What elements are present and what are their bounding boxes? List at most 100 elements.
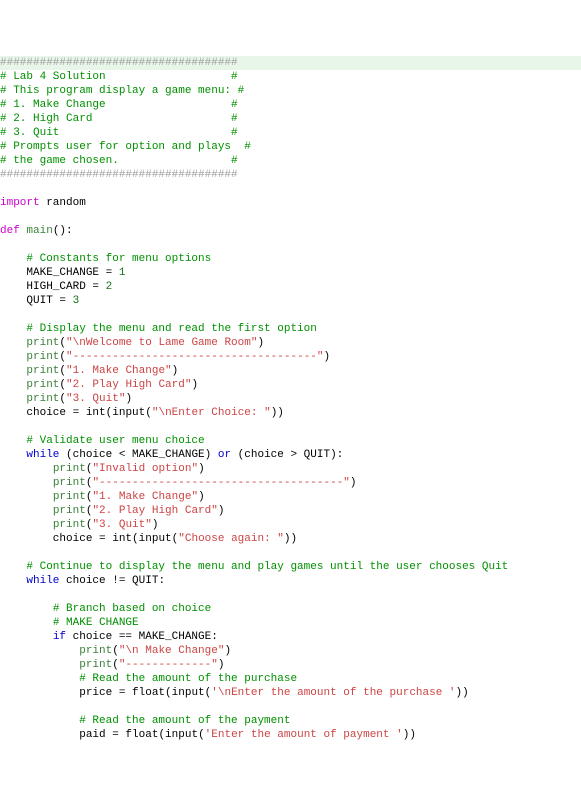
code-token: ( — [132, 533, 139, 545]
code-line: # Branch based on choice — [0, 602, 581, 616]
code-token: # the game chosen. # — [0, 155, 238, 167]
code-token: ) — [218, 505, 225, 517]
code-line: # Constants for menu options — [0, 252, 581, 266]
code-line — [0, 238, 581, 252]
code-line: print("3. Quit") — [0, 518, 581, 532]
code-token: ( — [198, 729, 205, 741]
code-line: # Validate user menu choice — [0, 434, 581, 448]
code-token: paid = — [0, 729, 125, 741]
code-line: print("-------------") — [0, 658, 581, 672]
code-token — [0, 337, 26, 349]
code-token: # Continue to display the menu and play … — [26, 561, 508, 573]
code-token: )) — [284, 533, 297, 545]
code-token: )) — [271, 407, 284, 419]
code-line — [0, 420, 581, 434]
code-token: "2. Play High Card" — [66, 379, 191, 391]
code-line: while (choice < MAKE_CHANGE) or (choice … — [0, 448, 581, 462]
code-token — [0, 449, 26, 461]
code-token — [0, 715, 79, 727]
code-token: float — [125, 729, 158, 741]
code-token: # MAKE CHANGE — [53, 617, 139, 629]
code-token — [0, 379, 26, 391]
code-token: choice == MAKE_CHANGE: — [66, 631, 218, 643]
code-token — [0, 253, 26, 265]
code-line: if choice == MAKE_CHANGE: — [0, 630, 581, 644]
code-token: int — [112, 533, 132, 545]
code-token: print — [26, 379, 59, 391]
code-token — [0, 673, 79, 685]
code-line: #################################### — [0, 56, 581, 70]
code-line: # 1. Make Change # — [0, 98, 581, 112]
code-line — [0, 210, 581, 224]
code-token: (choice < MAKE_CHANGE) — [59, 449, 217, 461]
code-token: print — [53, 491, 86, 503]
code-line: # MAKE CHANGE — [0, 616, 581, 630]
code-token: # Prompts user for option and plays # — [0, 141, 251, 153]
code-token: import — [0, 197, 40, 209]
code-token: print — [26, 351, 59, 363]
code-token: ( — [165, 687, 172, 699]
code-token: input — [112, 407, 145, 419]
code-line: # Lab 4 Solution # — [0, 70, 581, 84]
code-token — [0, 519, 53, 531]
code-token: if — [53, 631, 66, 643]
code-token: choice != QUIT: — [59, 575, 165, 587]
code-token: ) — [218, 659, 225, 671]
code-token — [0, 477, 53, 489]
code-token: # Constants for menu options — [26, 253, 211, 265]
code-token: while — [26, 575, 59, 587]
code-token: # Read the amount of the purchase — [79, 673, 297, 685]
code-token: "\nEnter Choice: " — [152, 407, 271, 419]
code-token: print — [26, 337, 59, 349]
code-line — [0, 588, 581, 602]
code-token: #################################### — [0, 57, 238, 69]
code-token: "\n Make Change" — [119, 645, 225, 657]
code-token: ) — [350, 477, 357, 489]
code-token — [0, 645, 79, 657]
code-token: main — [26, 225, 52, 237]
code-token: MAKE_CHANGE = — [0, 267, 119, 279]
code-token: "Invalid option" — [92, 463, 198, 475]
code-line: print("1. Make Change") — [0, 364, 581, 378]
code-token — [0, 365, 26, 377]
code-token: # 1. Make Change # — [0, 99, 238, 111]
code-line: # 3. Quit # — [0, 126, 581, 140]
code-token: ( — [112, 645, 119, 657]
code-line: print("---------------------------------… — [0, 476, 581, 490]
code-token: (): — [53, 225, 73, 237]
code-line: print("---------------------------------… — [0, 350, 581, 364]
code-token: 3 — [73, 295, 80, 307]
code-line: # Prompts user for option and plays # — [0, 140, 581, 154]
code-line: print("\nWelcome to Lame Game Room") — [0, 336, 581, 350]
code-token: print — [53, 463, 86, 475]
code-line: # 2. High Card # — [0, 112, 581, 126]
code-token: 'Enter the amount of payment ' — [205, 729, 403, 741]
code-token: print — [79, 659, 112, 671]
code-token: or — [218, 449, 231, 461]
code-token: # Branch based on choice — [53, 603, 211, 615]
code-token — [0, 575, 26, 587]
code-token: print — [53, 477, 86, 489]
code-token: ) — [125, 393, 132, 405]
code-token: print — [53, 519, 86, 531]
code-line — [0, 308, 581, 322]
code-token — [0, 393, 26, 405]
code-line — [0, 546, 581, 560]
code-token: ) — [198, 491, 205, 503]
code-token: ) — [198, 463, 205, 475]
code-line: print("\n Make Change") — [0, 644, 581, 658]
code-token: print — [26, 393, 59, 405]
code-line: while choice != QUIT: — [0, 574, 581, 588]
code-token: # 3. Quit # — [0, 127, 238, 139]
code-line: choice = int(input("Choose again: ")) — [0, 532, 581, 546]
code-token: choice = — [0, 407, 86, 419]
code-token: HIGH_CARD = — [0, 281, 106, 293]
code-token — [0, 435, 26, 447]
code-line: print("2. Play High Card") — [0, 378, 581, 392]
code-token: # Read the amount of the payment — [79, 715, 290, 727]
code-token: 1 — [119, 267, 126, 279]
code-line — [0, 182, 581, 196]
code-token: "Choose again: " — [178, 533, 284, 545]
code-line: price = float(input('\nEnter the amount … — [0, 686, 581, 700]
code-token — [0, 491, 53, 503]
